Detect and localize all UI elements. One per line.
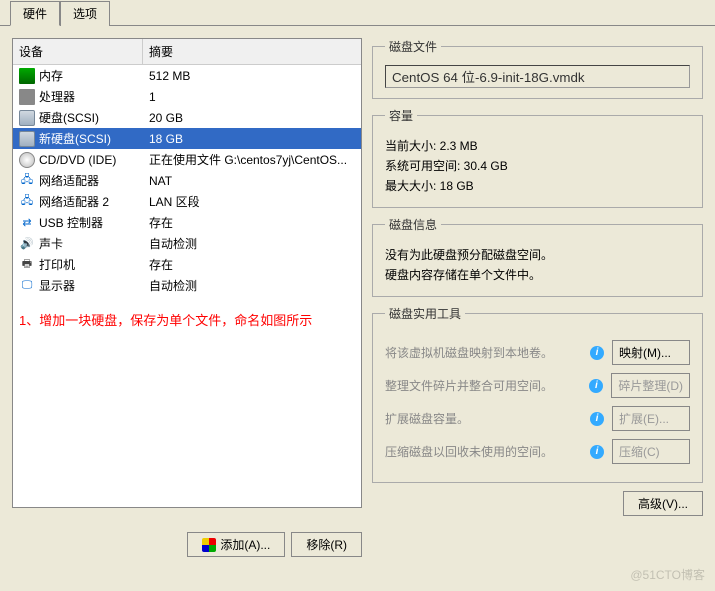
cpu-icon [19,89,35,105]
table-row[interactable]: 🖶打印机 存在 [13,254,361,275]
info-icon[interactable]: i [589,379,603,393]
device-label: USB 控制器 [39,214,103,231]
network-icon: 🖧 [19,194,35,210]
table-row[interactable]: CD/DVD (IDE) 正在使用文件 G:\centos7yj\CentOS..… [13,149,361,170]
summary-label: 1 [147,90,357,104]
table-row[interactable]: ⇄USB 控制器 存在 [13,212,361,233]
table-row[interactable]: 🖧网络适配器 NAT [13,170,361,191]
map-text: 将该虚拟机磁盘映射到本地卷。 [385,344,582,361]
summary-label: 18 GB [147,132,357,146]
info-icon[interactable]: i [590,445,604,459]
info-icon[interactable]: i [590,412,604,426]
table-row[interactable]: 内存 512 MB [13,65,361,86]
table-row[interactable]: 🖵显示器 自动检测 [13,275,361,296]
capacity-legend: 容量 [385,107,417,124]
compact-text: 压缩磁盘以回收未使用的空间。 [385,443,582,460]
cdrom-icon [19,152,35,168]
usb-icon: ⇄ [19,215,35,231]
summary-label: 存在 [147,256,357,273]
printer-icon: 🖶 [19,257,35,273]
disk-info-legend: 磁盘信息 [385,216,441,233]
column-summary[interactable]: 摘要 [143,39,361,64]
summary-label: LAN 区段 [147,193,357,210]
expand-button[interactable]: 扩展(E)... [612,406,690,431]
table-row[interactable]: 硬盘(SCSI) 20 GB [13,107,361,128]
defrag-button[interactable]: 碎片整理(D) [611,373,690,398]
capacity-group: 容量 当前大小: 2.3 MB 系统可用空间: 30.4 GB 最大大小: 18… [372,107,703,208]
summary-label: 20 GB [147,111,357,125]
device-label: 声卡 [39,235,63,252]
tab-options[interactable]: 选项 [60,1,110,26]
compact-button[interactable]: 压缩(C) [612,439,690,464]
summary-label: 存在 [147,214,357,231]
remove-button[interactable]: 移除(R) [291,532,362,557]
device-label: 网络适配器 2 [39,193,109,210]
disk-file-group: 磁盘文件 [372,38,703,99]
memory-icon [19,68,35,84]
table-row[interactable]: 🔊声卡 自动检测 [13,233,361,254]
tab-bar: 硬件 选项 [0,0,715,26]
column-device[interactable]: 设备 [13,39,143,64]
sound-icon: 🔊 [19,236,35,252]
disk-file-input[interactable] [385,65,690,88]
summary-label: NAT [147,174,357,188]
table-row[interactable]: 新硬盘(SCSI) 18 GB [13,128,361,149]
disk-file-legend: 磁盘文件 [385,38,441,55]
device-label: 内存 [39,67,63,84]
advanced-button[interactable]: 高级(V)... [623,491,703,516]
device-label: CD/DVD (IDE) [39,153,116,167]
harddisk-icon [19,110,35,126]
summary-label: 正在使用文件 G:\centos7yj\CentOS... [147,151,357,168]
tab-hardware[interactable]: 硬件 [10,1,60,26]
table-row[interactable]: 处理器 1 [13,86,361,107]
device-label: 硬盘(SCSI) [39,109,99,126]
watermark: @51CTO博客 [630,566,705,583]
disk-info-line2: 硬盘内容存储在单个文件中。 [385,266,690,283]
disk-info-group: 磁盘信息 没有为此硬盘预分配磁盘空间。 硬盘内容存储在单个文件中。 [372,216,703,297]
network-icon: 🖧 [19,173,35,189]
summary-label: 512 MB [147,69,357,83]
harddisk-icon [19,131,35,147]
expand-text: 扩展磁盘容量。 [385,410,582,427]
disk-utils-group: 磁盘实用工具 将该虚拟机磁盘映射到本地卷。 i 映射(M)... 整理文件碎片并… [372,305,703,483]
device-label: 处理器 [39,88,75,105]
summary-label: 自动检测 [147,277,357,294]
device-label: 网络适配器 [39,172,99,189]
disk-info-line1: 没有为此硬盘预分配磁盘空间。 [385,246,690,263]
capacity-current: 当前大小: 2.3 MB [385,137,690,154]
device-label: 打印机 [39,256,75,273]
disk-utils-legend: 磁盘实用工具 [385,305,465,322]
info-icon[interactable]: i [590,346,604,360]
annotation-text: 1、增加一块硬盘，保存为单个文件，命名如图所示 [13,306,361,333]
summary-label: 自动检测 [147,235,357,252]
add-button[interactable]: 添加(A)... [187,532,285,557]
capacity-max: 最大大小: 18 GB [385,177,690,194]
device-label: 新硬盘(SCSI) [39,130,111,147]
table-row[interactable]: 🖧网络适配器 2 LAN 区段 [13,191,361,212]
defrag-text: 整理文件碎片并整合可用空间。 [385,377,581,394]
capacity-free: 系统可用空间: 30.4 GB [385,157,690,174]
device-table: 设备 摘要 内存 512 MB 处理器 1 硬盘(SCSI) 20 GB 新硬盘(SCSI)… [12,38,362,508]
shield-icon [202,538,216,552]
map-button[interactable]: 映射(M)... [612,340,690,365]
device-label: 显示器 [39,277,75,294]
display-icon: 🖵 [19,278,35,294]
